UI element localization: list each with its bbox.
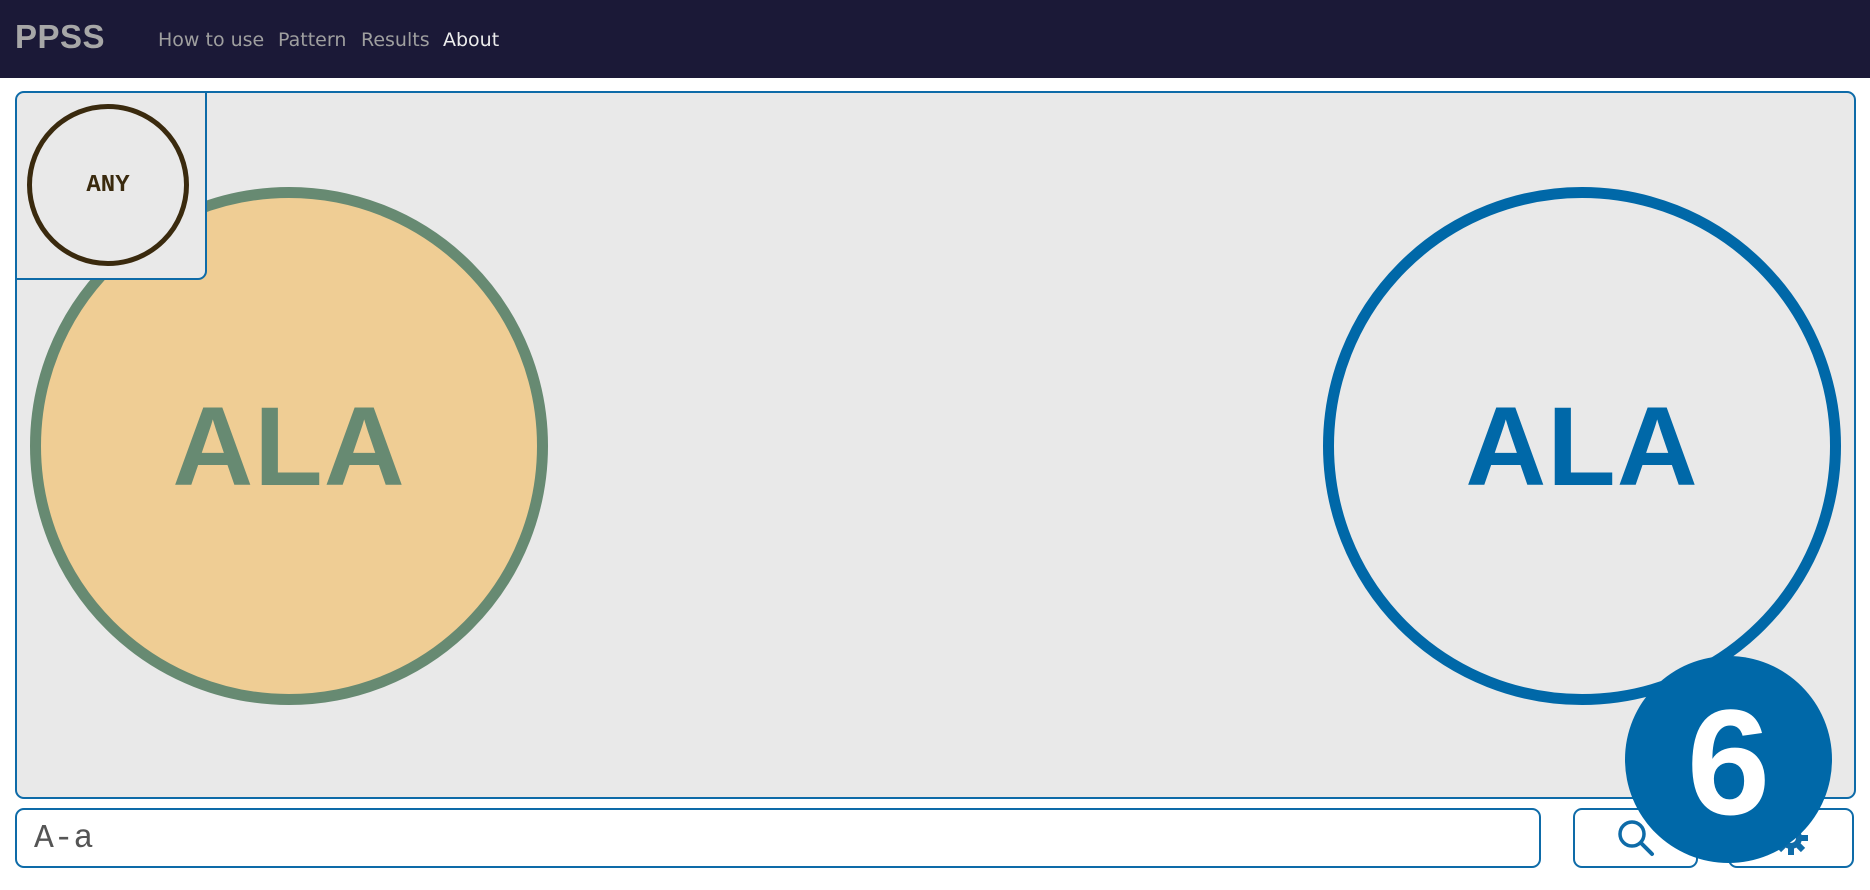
node-label: ALA (172, 383, 406, 509)
result-count: 6 (1686, 677, 1771, 846)
nav-link-pattern[interactable]: Pattern (278, 29, 346, 51)
any-node-label: ANY (86, 171, 130, 199)
pattern-input[interactable] (15, 808, 1541, 868)
navbar: PPSS How to use Pattern Results About (0, 0, 1870, 78)
nav-link-results[interactable]: Results (361, 29, 430, 51)
any-node[interactable]: ANY (27, 104, 189, 266)
pattern-canvas[interactable]: ALA ALA ANY (15, 91, 1856, 799)
nav-link-how-to-use[interactable]: How to use (158, 29, 264, 51)
result-count-badge: 6 (1625, 656, 1832, 863)
pattern-node-right[interactable]: ALA (1323, 187, 1841, 705)
any-node-palette: ANY (17, 93, 207, 280)
brand-logo[interactable]: PPSS (15, 18, 105, 56)
node-label: ALA (1465, 383, 1699, 509)
nav-link-about[interactable]: About (443, 29, 499, 51)
